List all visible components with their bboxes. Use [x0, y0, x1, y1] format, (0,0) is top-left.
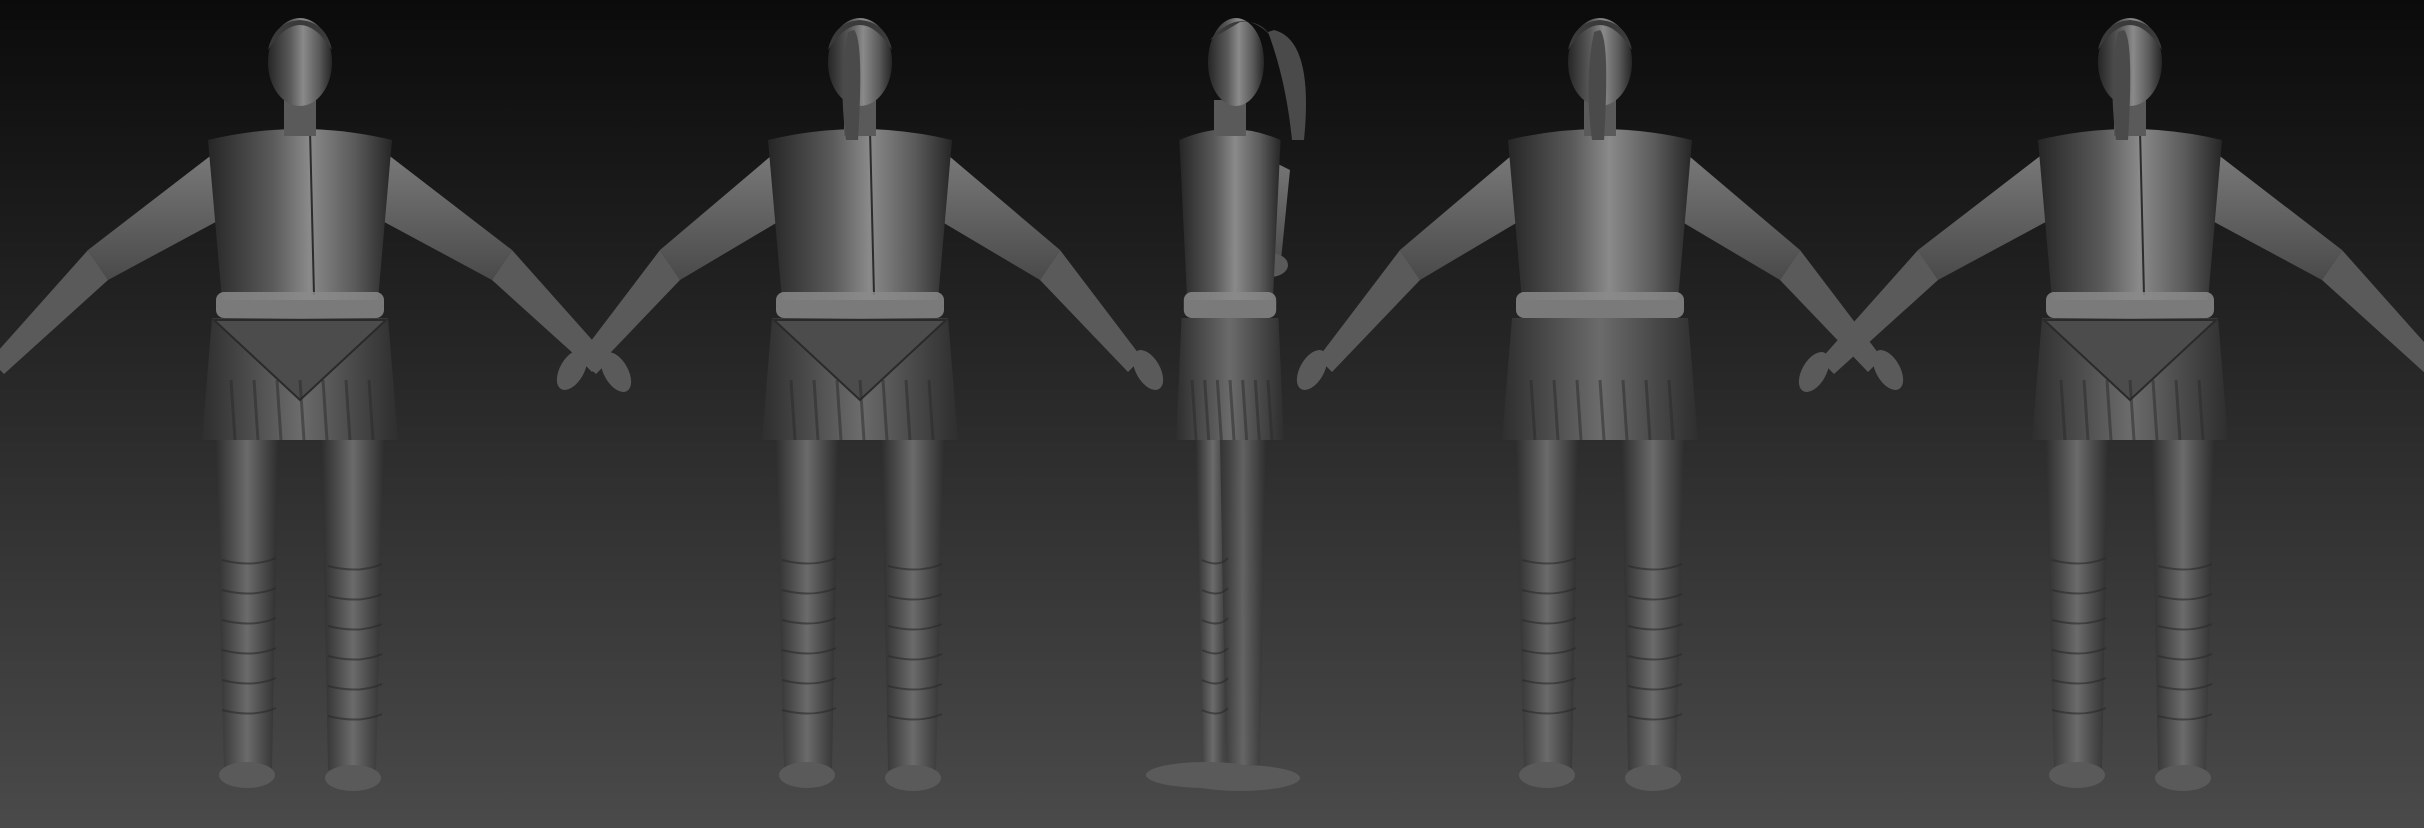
right-foot [1180, 765, 1300, 791]
left-leg [2046, 440, 2108, 770]
left-foot [1519, 762, 1575, 788]
belt [2046, 292, 2214, 318]
torso-shirt [1179, 129, 1281, 300]
head [1208, 18, 1264, 106]
right-foot [885, 765, 941, 791]
sculpt-turnaround-scene [0, 0, 2424, 828]
right-leg [1220, 440, 1266, 765]
skirt [1176, 318, 1284, 440]
torso-shirt [768, 129, 952, 300]
left-leg [1516, 440, 1578, 770]
right-foot [325, 765, 381, 791]
left-foot [219, 762, 275, 788]
belt [216, 292, 384, 318]
skirt [1502, 318, 1698, 440]
neck [1214, 100, 1246, 136]
left-foot [2049, 762, 2105, 788]
torso-shirt [2038, 129, 2222, 300]
left-foot [779, 762, 835, 788]
right-foot [1625, 765, 1681, 791]
left-leg [216, 440, 278, 770]
belt [1516, 292, 1684, 318]
belt [776, 292, 944, 318]
belt [1183, 292, 1277, 318]
torso-shirt [1508, 129, 1692, 300]
turnaround-viewport [0, 0, 2424, 828]
torso-shirt [208, 129, 392, 300]
left-leg [776, 440, 838, 770]
right-foot [2155, 765, 2211, 791]
